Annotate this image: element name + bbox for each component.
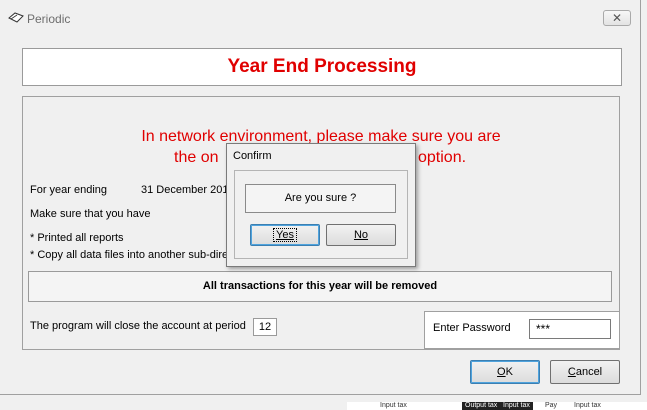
ok-label-rest: K bbox=[505, 366, 513, 378]
close-button[interactable]: ✕ bbox=[603, 10, 631, 26]
make-sure-label: Make sure that you have bbox=[30, 208, 151, 220]
app-icon bbox=[8, 12, 24, 23]
cancel-mnemonic: C bbox=[567, 366, 576, 378]
header-panel: Year End Processing bbox=[22, 48, 622, 86]
no-button[interactable]: No bbox=[326, 224, 396, 246]
title-bar[interactable]: Periodic ✕ bbox=[0, 0, 640, 38]
cancel-button[interactable]: Cancel bbox=[550, 360, 620, 384]
background-text: Input tax bbox=[380, 402, 407, 409]
password-input[interactable]: *** bbox=[529, 319, 611, 339]
no-label: No bbox=[353, 229, 369, 241]
ok-button[interactable]: OK bbox=[470, 360, 540, 384]
confirm-message: Are you sure ? bbox=[245, 184, 396, 213]
cancel-label-rest: ancel bbox=[575, 366, 603, 378]
yes-button[interactable]: Yes bbox=[250, 224, 320, 246]
confirm-title: Confirm bbox=[233, 150, 272, 162]
window-title: Periodic bbox=[27, 12, 71, 26]
network-warning-line-2-right: option. bbox=[418, 149, 467, 166]
checklist-item: * Printed all reports bbox=[30, 232, 124, 244]
network-warning-line-2-left: the on bbox=[174, 149, 219, 166]
password-label: Enter Password bbox=[433, 322, 511, 334]
period-field[interactable]: 12 bbox=[253, 318, 277, 336]
background-text: Pay bbox=[545, 402, 558, 409]
ok-mnemonic: O bbox=[497, 366, 506, 378]
year-ending-label: For year ending bbox=[30, 184, 108, 196]
background-text: Input tax bbox=[574, 402, 601, 409]
background-text: Input tax bbox=[500, 402, 533, 410]
period-label: The program will close the account at pe… bbox=[30, 320, 246, 332]
yes-label: Yes bbox=[273, 228, 297, 242]
close-icon: ✕ bbox=[611, 11, 623, 25]
year-ending-value: 31 December 201 bbox=[141, 184, 229, 196]
removal-notice: All transactions for this year will be r… bbox=[28, 271, 612, 302]
checklist-item: * Copy all data files into another sub-d… bbox=[30, 249, 237, 261]
page-title: Year End Processing bbox=[227, 56, 417, 77]
background-text: Output tax bbox=[462, 402, 501, 410]
